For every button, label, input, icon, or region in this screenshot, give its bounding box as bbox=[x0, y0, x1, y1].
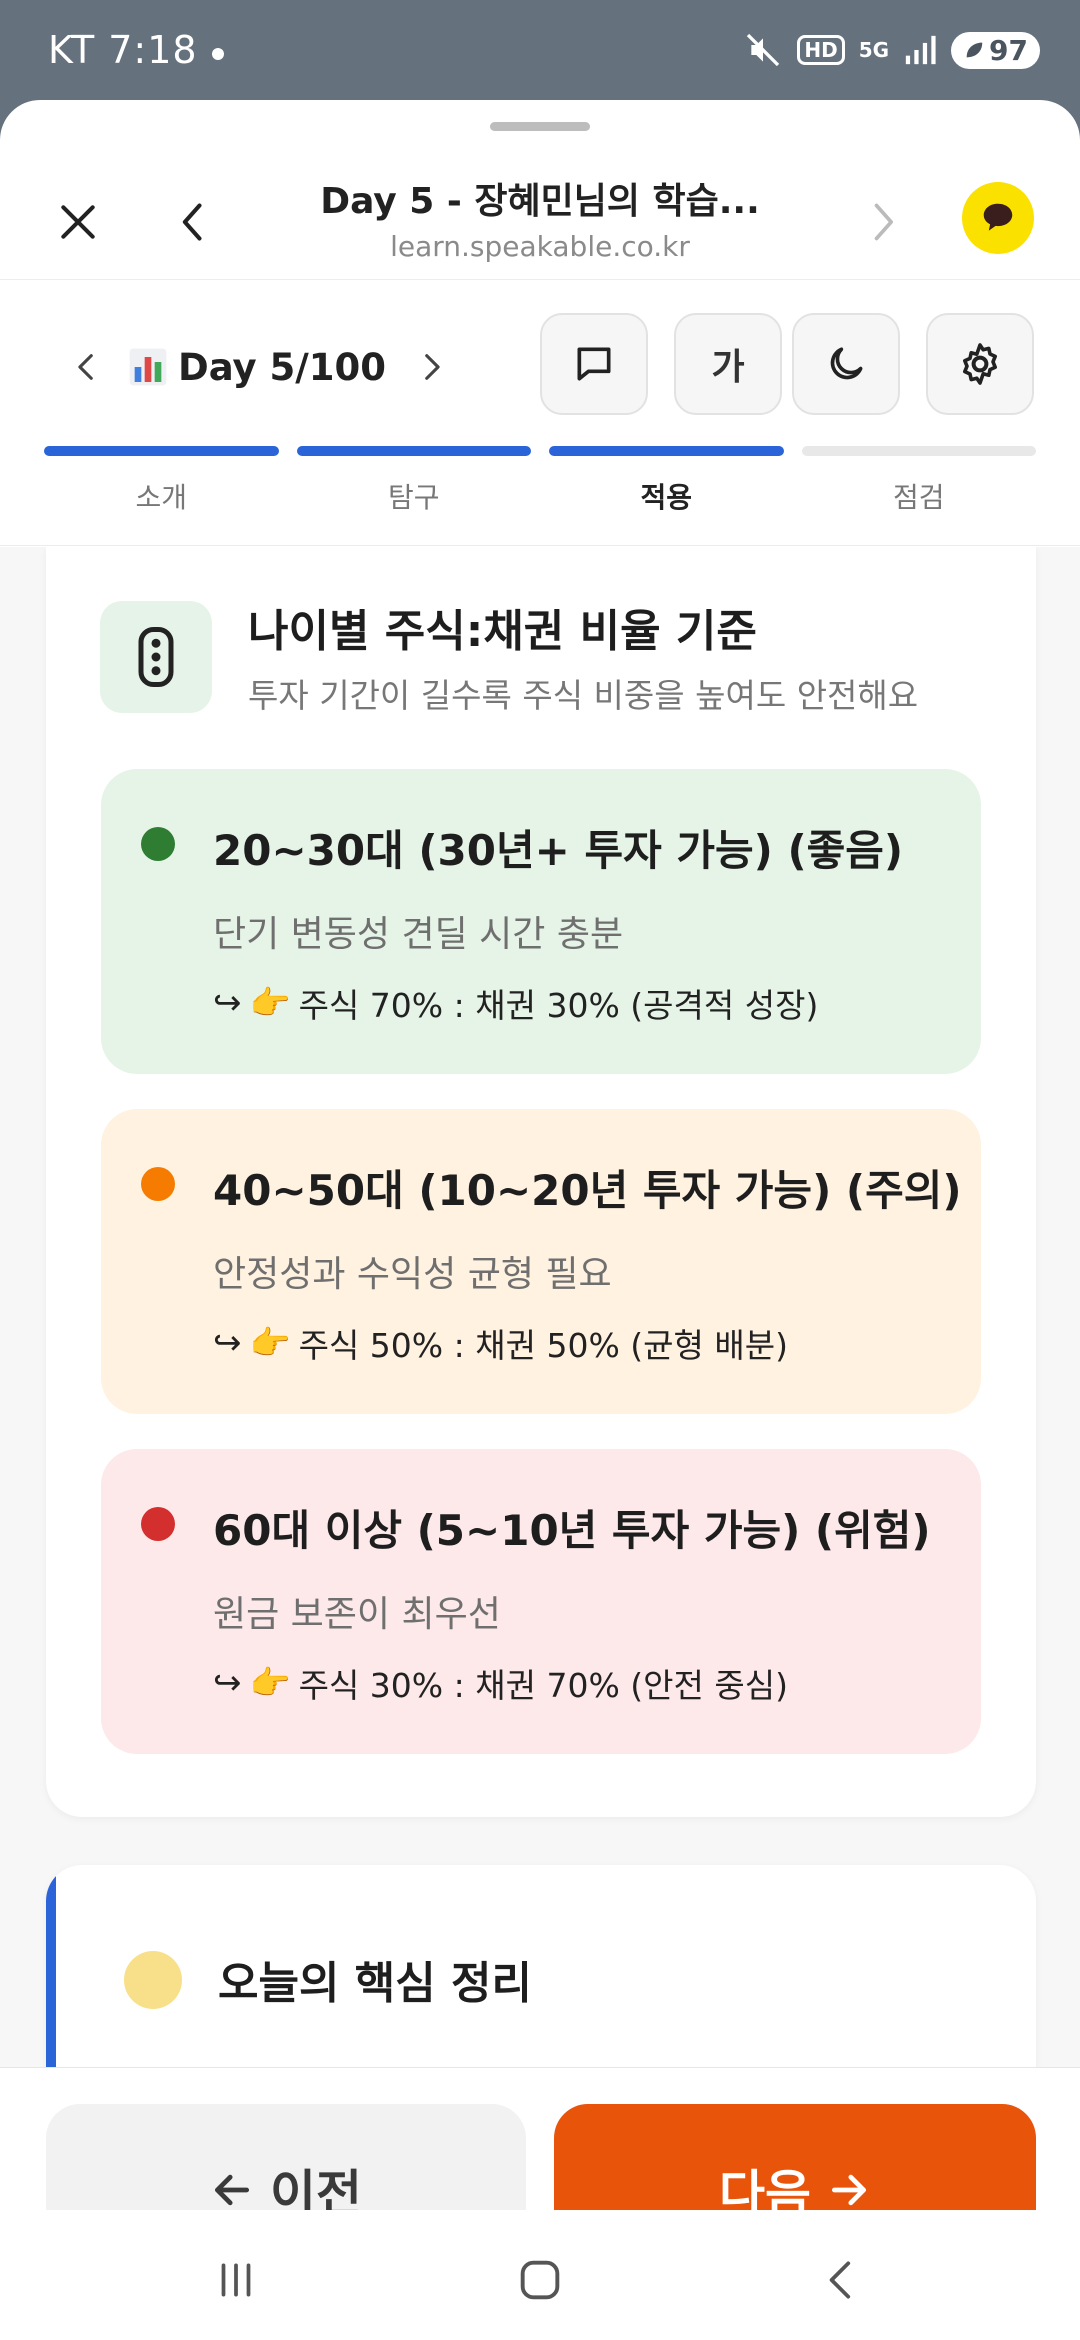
forward-button[interactable] bbox=[852, 192, 912, 252]
status-icons: HD 5G 97 bbox=[743, 30, 1040, 70]
font-size-button[interactable]: 가 bbox=[674, 313, 782, 415]
item-ratio: ↪ 👉 주식 50% : 채권 50% (균형 배분) bbox=[213, 1319, 788, 1367]
age-ratio-card: 나이별 주식:채권 비율 기준 투자 기간이 길수록 주식 비중을 높여도 안전… bbox=[46, 547, 1036, 1817]
summary-card-title: 오늘의 핵심 정리 bbox=[218, 1958, 532, 2009]
progress-step-apply[interactable]: 적용 bbox=[549, 446, 784, 516]
ratio-item-young: 20~30대 (30년+ 투자 가능) (좋음) 단기 변동성 견딜 시간 충분… bbox=[101, 769, 981, 1074]
card-accent-bar bbox=[46, 1865, 56, 2067]
browser-header: Day 5 - 장혜민님의 학습... learn.speakable.co.k… bbox=[0, 100, 1080, 280]
settings-button[interactable] bbox=[926, 313, 1034, 415]
progress-bar bbox=[549, 446, 784, 456]
leaf-icon bbox=[966, 42, 983, 58]
kakao-chat-button[interactable] bbox=[962, 182, 1034, 254]
status-bar: KT 7:18 HD 5G 97 bbox=[0, 0, 1080, 100]
item-description: 단기 변동성 견딜 시간 충분 bbox=[213, 914, 624, 955]
home-button[interactable] bbox=[510, 2250, 570, 2310]
lesson-toolbar: Day 5/100 가 소개 탐구 적용 점검 bbox=[0, 281, 1080, 546]
next-day-button[interactable] bbox=[414, 350, 448, 384]
system-back-button[interactable] bbox=[812, 2250, 872, 2310]
item-heading: 20~30대 (30년+ 투자 가능) (좋음) bbox=[213, 826, 904, 875]
battery-level: 97 bbox=[989, 33, 1028, 67]
return-arrow-icon: ↪ bbox=[213, 1663, 242, 1703]
recent-apps-button[interactable] bbox=[206, 2250, 266, 2310]
prev-day-button[interactable] bbox=[70, 350, 104, 384]
page-title: Day 5 - 장혜민님의 학습... bbox=[320, 181, 760, 222]
card-subtitle: 투자 기간이 길수록 주식 비중을 높여도 안전해요 bbox=[248, 676, 919, 715]
pointing-hand-icon: 👉 bbox=[249, 1663, 291, 1702]
bar-chart-icon bbox=[129, 348, 167, 386]
chevron-right-icon bbox=[425, 354, 440, 380]
item-ratio: ↪ 👉 주식 70% : 채권 30% (공격적 성장) bbox=[213, 979, 818, 1027]
notification-dot bbox=[212, 48, 224, 60]
pointing-hand-icon: 👉 bbox=[249, 983, 291, 1022]
lightbulb-icon bbox=[124, 1951, 182, 2009]
system-nav-bar bbox=[0, 2210, 1080, 2340]
arrow-right-icon bbox=[831, 2174, 867, 2206]
home-icon bbox=[520, 2260, 560, 2300]
comment-icon bbox=[577, 347, 611, 381]
ratio-text: 주식 70% : 채권 30% (공격적 성장) bbox=[298, 986, 819, 1025]
progress-step-intro[interactable]: 소개 bbox=[44, 446, 279, 516]
back-arrow-icon bbox=[829, 2261, 851, 2299]
step-label: 적용 bbox=[640, 481, 693, 514]
chevron-left-icon bbox=[182, 203, 202, 241]
progress-bar bbox=[296, 446, 531, 456]
font-size-label: 가 bbox=[711, 347, 745, 388]
chat-bubble-icon bbox=[983, 203, 1013, 231]
card-title: 나이별 주식:채권 비율 기준 bbox=[248, 606, 757, 657]
lesson-content[interactable]: 나이별 주식:채권 비율 기준 투자 기간이 길수록 주식 비중을 높여도 안전… bbox=[0, 547, 1080, 2067]
status-dot bbox=[141, 827, 175, 861]
return-arrow-icon: ↪ bbox=[213, 1323, 242, 1363]
hd-voice-icon: HD bbox=[797, 35, 845, 65]
item-heading: 60대 이상 (5~10년 투자 가능) (위험) bbox=[213, 1506, 931, 1555]
day-label: Day 5/100 bbox=[128, 346, 386, 389]
mute-icon bbox=[743, 30, 783, 70]
progress-bar bbox=[801, 446, 1036, 456]
browser-sheet: Day 5 - 장혜민님의 학습... learn.speakable.co.k… bbox=[0, 100, 1080, 2340]
progress-bar bbox=[44, 446, 279, 456]
arrow-left-icon bbox=[214, 2174, 250, 2206]
status-dot bbox=[141, 1167, 175, 1201]
network-5g-icon: 5G bbox=[858, 38, 890, 62]
close-icon bbox=[61, 205, 95, 239]
chevron-right-icon bbox=[874, 203, 893, 241]
progress-step-explore[interactable]: 탐구 bbox=[296, 446, 531, 516]
pointing-hand-icon: 👉 bbox=[249, 1323, 291, 1362]
page-url: learn.speakable.co.kr bbox=[390, 230, 690, 263]
carrier-time: KT 7:18 bbox=[48, 28, 198, 72]
traffic-light-icon bbox=[100, 601, 212, 713]
page-title-block: Day 5 - 장혜민님의 학습... learn.speakable.co.k… bbox=[260, 172, 820, 263]
ratio-text: 주식 50% : 채권 50% (균형 배분) bbox=[298, 1326, 788, 1365]
progress-step-check[interactable]: 점검 bbox=[801, 446, 1036, 516]
signal-icon bbox=[903, 33, 937, 67]
ratio-item-senior: 60대 이상 (5~10년 투자 가능) (위험) 원금 보존이 최우선 ↪ 👉… bbox=[101, 1449, 981, 1754]
ratio-text: 주식 30% : 채권 70% (안전 중심) bbox=[298, 1666, 788, 1705]
item-description: 안정성과 수익성 균형 필요 bbox=[213, 1254, 612, 1295]
notes-button[interactable] bbox=[540, 313, 648, 415]
step-label: 점검 bbox=[892, 481, 945, 514]
chevron-left-icon bbox=[78, 354, 93, 380]
summary-card: 오늘의 핵심 정리 bbox=[46, 1865, 1036, 2067]
battery-indicator: 97 bbox=[951, 31, 1040, 69]
day-navigator: Day 5/100 bbox=[70, 327, 448, 407]
return-arrow-icon: ↪ bbox=[213, 983, 242, 1023]
step-label: 탐구 bbox=[387, 481, 440, 514]
day-label-text: Day 5/100 bbox=[178, 345, 387, 389]
back-button[interactable] bbox=[164, 192, 224, 252]
step-label: 소개 bbox=[135, 481, 188, 514]
status-dot bbox=[141, 1507, 175, 1541]
dark-mode-button[interactable] bbox=[792, 313, 900, 415]
lesson-progress: 소개 탐구 적용 점검 bbox=[44, 446, 1036, 516]
moon-icon bbox=[830, 347, 863, 380]
ratio-item-middle: 40~50대 (10~20년 투자 가능) (주의) 안정성과 수익성 균형 필… bbox=[101, 1109, 981, 1414]
item-description: 원금 보존이 최우선 bbox=[213, 1594, 501, 1635]
close-button[interactable] bbox=[48, 192, 108, 252]
item-heading: 40~50대 (10~20년 투자 가능) (주의) bbox=[213, 1166, 962, 1215]
gear-icon bbox=[963, 343, 997, 385]
item-ratio: ↪ 👉 주식 30% : 채권 70% (안전 중심) bbox=[213, 1659, 788, 1707]
recent-apps-icon bbox=[221, 2263, 251, 2297]
